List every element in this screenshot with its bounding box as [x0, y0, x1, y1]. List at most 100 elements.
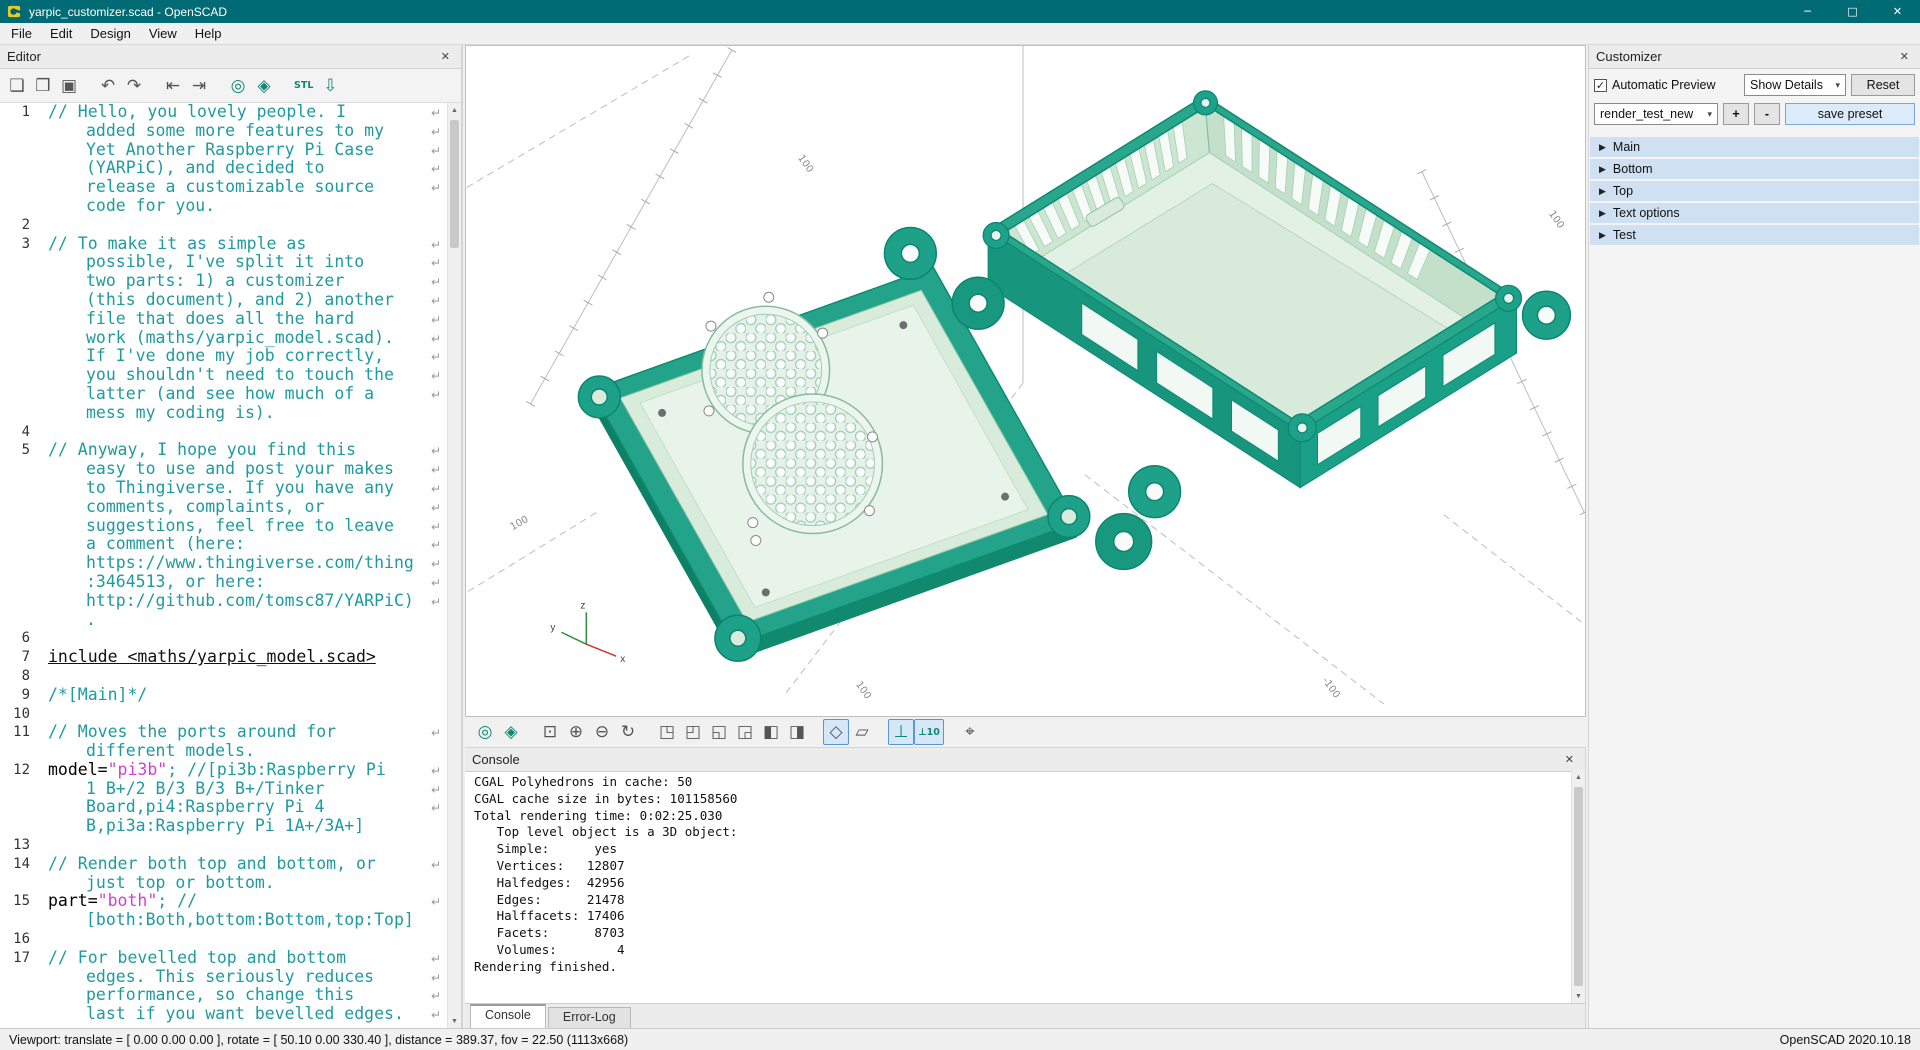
show-crosshairs-button[interactable]: ⌖: [957, 719, 983, 745]
console-line: Vertices: 12807: [474, 858, 1562, 875]
preview-button[interactable]: ◎: [225, 73, 251, 99]
zoom-in-button[interactable]: ⊕: [563, 719, 589, 745]
line-number: [0, 159, 40, 178]
redo-button[interactable]: ↷: [121, 73, 147, 99]
perspective-button[interactable]: ◇: [823, 719, 849, 745]
view-left-button[interactable]: ◲: [732, 719, 758, 745]
editor-row: file that does all the hard↵: [0, 310, 447, 329]
render-button[interactable]: ◈: [251, 73, 277, 99]
scroll-down-icon[interactable]: ▼: [1572, 989, 1585, 1003]
zoom-all-button[interactable]: ⊡: [537, 719, 563, 745]
menu-help[interactable]: Help: [186, 24, 231, 43]
view-right-button[interactable]: ◳: [654, 719, 680, 745]
tab-console[interactable]: Console: [470, 1004, 546, 1028]
customizer-close-icon[interactable]: ✕: [1896, 50, 1913, 63]
expand-triangle-icon: ▶: [1599, 186, 1606, 197]
editor-row: Board,pi4:Raspberry Pi 4↵: [0, 798, 447, 817]
save-preset-button[interactable]: save preset: [1785, 103, 1915, 125]
editor-row: 8: [0, 667, 447, 686]
minimize-button[interactable]: ─: [1785, 0, 1830, 23]
expand-triangle-icon: ▶: [1599, 164, 1606, 175]
print-3d-button[interactable]: ⇩: [317, 73, 343, 99]
unindent-button[interactable]: ⇤: [160, 73, 186, 99]
export-stl-button[interactable]: STL: [290, 73, 317, 99]
editor-row: two parts: 1) a customizer↵: [0, 272, 447, 291]
indent-button[interactable]: ⇥: [186, 73, 212, 99]
editor-row: 1// Hello, you lovely people. I↵: [0, 103, 447, 122]
menu-view[interactable]: View: [140, 24, 186, 43]
wrap-marker-icon: ↵: [431, 480, 441, 499]
view-bottom-button[interactable]: ◱: [706, 719, 732, 745]
scroll-up-icon[interactable]: ▲: [448, 103, 461, 117]
close-button[interactable]: ✕: [1875, 0, 1920, 23]
save-button[interactable]: ▣: [56, 73, 82, 99]
customizer-section-top[interactable]: ▶Top: [1590, 181, 1919, 201]
editor-row: code for you.: [0, 197, 447, 216]
show-axes-button[interactable]: ⊥: [888, 719, 914, 745]
code-text: code for you.: [40, 197, 215, 216]
customizer-section-text-options[interactable]: ▶Text options: [1590, 203, 1919, 223]
automatic-preview-checkbox[interactable]: ✓: [1594, 79, 1607, 92]
line-number: [0, 968, 40, 987]
add-preset-button[interactable]: +: [1723, 103, 1749, 125]
zoom-out-button[interactable]: ⊖: [589, 719, 615, 745]
customizer-section-main[interactable]: ▶Main: [1590, 137, 1919, 157]
scroll-up-icon[interactable]: ▲: [1572, 770, 1585, 784]
console-scrollbar-thumb[interactable]: [1574, 787, 1583, 986]
editor-close-icon[interactable]: ✕: [437, 50, 454, 63]
expand-triangle-icon: ▶: [1599, 142, 1606, 153]
editor-scrollbar-thumb[interactable]: [450, 120, 459, 248]
preview-button[interactable]: ◎: [472, 719, 498, 745]
customizer-title: Customizer: [1596, 49, 1662, 64]
menu-design[interactable]: Design: [81, 24, 139, 43]
line-number: 7: [0, 648, 40, 667]
line-number: [0, 535, 40, 554]
chevron-down-icon: ▾: [1707, 109, 1712, 120]
editor-row: 4: [0, 423, 447, 442]
wrap-marker-icon: ↵: [431, 574, 441, 593]
view-top-button[interactable]: ◰: [680, 719, 706, 745]
customizer-section-test[interactable]: ▶Test: [1590, 225, 1919, 245]
reset-button[interactable]: Reset: [1851, 74, 1915, 96]
preset-dropdown[interactable]: render_test_new ▾: [1594, 103, 1718, 125]
new-file-button[interactable]: ❏: [4, 73, 30, 99]
line-number: [0, 253, 40, 272]
editor-code-area[interactable]: 1// Hello, you lovely people. I↵added so…: [0, 103, 447, 1028]
undo-button[interactable]: ↶: [95, 73, 121, 99]
scroll-down-icon[interactable]: ▼: [448, 1014, 461, 1028]
code-text: // Render both top and bottom, or: [40, 855, 376, 874]
editor-row: easy to use and post your makes↵: [0, 460, 447, 479]
reset-view-button[interactable]: ↻: [615, 719, 641, 745]
details-dropdown[interactable]: Show Details ▾: [1744, 74, 1846, 96]
menu-file[interactable]: File: [2, 24, 41, 43]
console-output[interactable]: CGAL Polyhedrons in cache: 50CGAL cache …: [465, 770, 1571, 1003]
editor-row: 6: [0, 629, 447, 648]
line-number: 13: [0, 836, 40, 855]
orthogonal-button[interactable]: ▱: [849, 719, 875, 745]
view-front-button[interactable]: ◧: [758, 719, 784, 745]
console-line: Facets: 8703: [474, 925, 1562, 942]
code-text: added some more features to my: [40, 122, 384, 141]
wrap-marker-icon: ↵: [431, 123, 441, 142]
viewport-3d[interactable]: 100 100 100 -100 100: [465, 45, 1586, 717]
wrap-marker-icon: ↵: [431, 781, 441, 800]
line-number: [0, 798, 40, 817]
customizer-section-bottom[interactable]: ▶Bottom: [1590, 159, 1919, 179]
editor-scrollbar[interactable]: ▲ ▼: [447, 103, 461, 1028]
console-scrollbar[interactable]: ▲ ▼: [1571, 770, 1585, 1003]
editor-row: 11// Moves the ports around for↵: [0, 723, 447, 742]
tab-error-log[interactable]: Error-Log: [548, 1007, 631, 1028]
console-close-icon[interactable]: ✕: [1561, 753, 1578, 766]
open-file-button[interactable]: ❒: [30, 73, 56, 99]
console-line: Rendering finished.: [474, 959, 1562, 976]
menu-edit[interactable]: Edit: [41, 24, 81, 43]
viewport-3d-scene[interactable]: 100 100 100 -100 100: [466, 46, 1585, 716]
render-button[interactable]: ◈: [498, 719, 524, 745]
console-line: Simple: yes: [474, 841, 1562, 858]
remove-preset-button[interactable]: -: [1754, 103, 1780, 125]
maximize-button[interactable]: □: [1830, 0, 1875, 23]
line-number: [0, 592, 40, 611]
window-title: yarpic_customizer.scad - OpenSCAD: [29, 5, 227, 19]
show-scale-markers-button[interactable]: ⊥10: [914, 719, 944, 745]
view-back-button[interactable]: ◨: [784, 719, 810, 745]
